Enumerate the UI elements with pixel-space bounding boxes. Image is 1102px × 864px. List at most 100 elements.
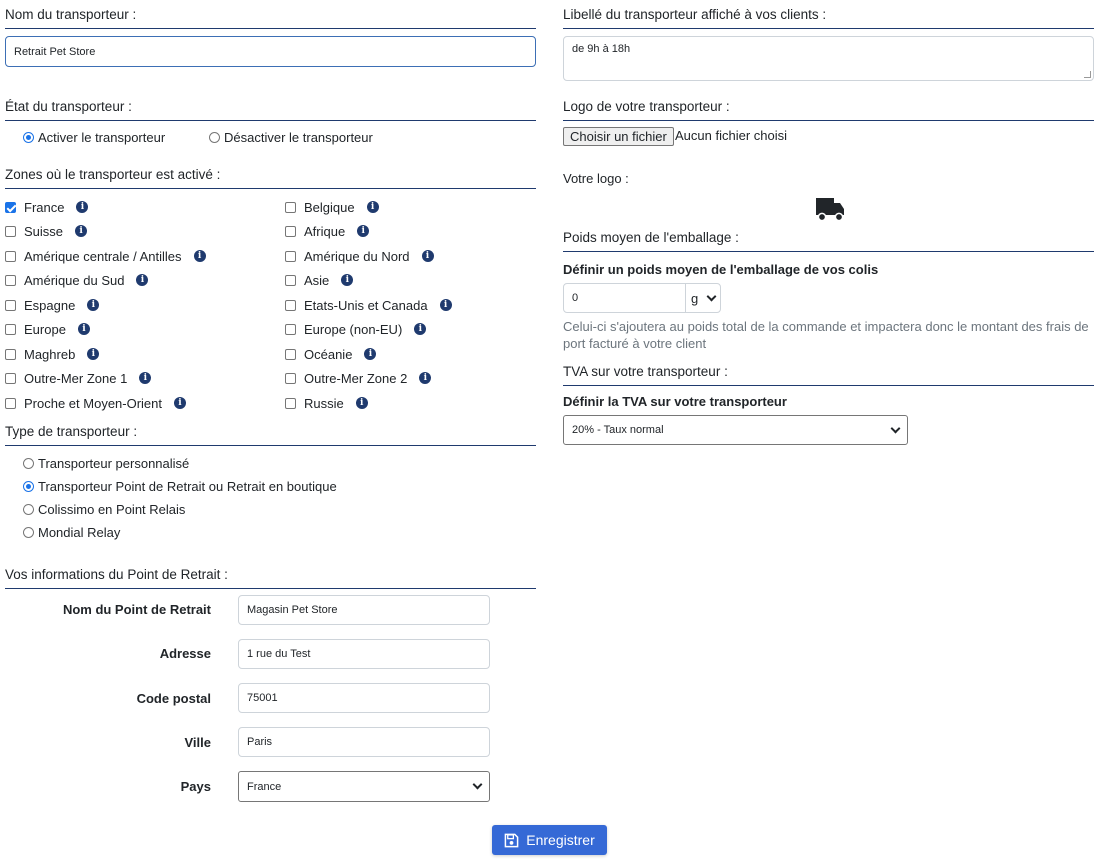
zone-checkbox[interactable] [285, 201, 296, 213]
carrier-label-title: Libellé du transporteur affiché à vos cl… [563, 7, 1094, 29]
zone-checkbox-row[interactable]: Proche et Moyen-Orient i [5, 394, 187, 412]
zone-checkbox-row[interactable]: France i [5, 198, 89, 216]
info-icon[interactable]: i [75, 225, 88, 237]
zone-checkbox-row[interactable]: Amérique du Nord i [285, 247, 434, 265]
weight-unit-value: g [691, 290, 699, 306]
info-icon[interactable]: i [414, 323, 427, 335]
radio-mondial-relay[interactable]: Mondial Relay [23, 523, 120, 541]
radio-pickup-point-carrier[interactable]: Transporteur Point de Retrait ou Retrait… [23, 477, 337, 495]
zone-checkbox-row[interactable]: Etats-Unis et Canada i [285, 296, 452, 314]
zone-label: Outre-Mer Zone 2 [304, 370, 408, 386]
zone-checkbox-row[interactable]: Espagne i [5, 296, 100, 314]
zone-checkbox-row[interactable]: Suisse i [5, 222, 88, 240]
vat-select[interactable]: 20% - Taux normal [563, 415, 908, 445]
zone-checkbox-row[interactable]: Afrique i [285, 222, 370, 240]
zone-checkbox-row[interactable]: Belgique i [285, 198, 379, 216]
radio-button[interactable] [23, 131, 34, 143]
radio-button[interactable] [209, 131, 220, 143]
zone-checkbox[interactable] [285, 348, 296, 360]
info-icon[interactable]: i [364, 348, 377, 360]
zone-checkbox[interactable] [5, 372, 16, 384]
weight-unit-select[interactable]: g [685, 283, 721, 313]
pickup-zip-input[interactable] [238, 683, 490, 713]
info-icon[interactable]: i [77, 323, 90, 335]
zone-label: Espagne [24, 297, 76, 313]
zone-label: Russie [304, 395, 344, 411]
zone-label: Belgique [304, 199, 355, 215]
info-icon[interactable]: i [439, 299, 452, 311]
save-button[interactable]: Enregistrer [492, 825, 607, 855]
zone-checkbox[interactable] [285, 397, 296, 409]
radio-button[interactable] [23, 526, 34, 538]
pickup-country-select[interactable]: France [238, 771, 490, 802]
zone-label: Suisse [24, 223, 64, 239]
zone-checkbox-row[interactable]: Amérique centrale / Antilles i [5, 247, 206, 265]
carrier-state-title: État du transporteur : [5, 99, 536, 121]
zone-checkbox[interactable] [5, 250, 16, 262]
packaging-weight-input[interactable] [563, 283, 686, 313]
zone-checkbox[interactable] [5, 274, 16, 286]
zone-checkbox[interactable] [285, 299, 296, 311]
radio-button[interactable] [23, 457, 34, 469]
info-icon[interactable]: i [355, 397, 368, 409]
zone-checkbox[interactable] [285, 372, 296, 384]
radio-custom-carrier[interactable]: Transporteur personnalisé [23, 454, 189, 472]
zone-checkbox[interactable] [5, 323, 16, 335]
pickup-name-input[interactable] [238, 595, 490, 625]
zone-checkbox[interactable] [5, 225, 16, 237]
info-icon[interactable]: i [76, 201, 89, 213]
info-icon[interactable]: i [421, 250, 434, 262]
info-icon[interactable]: i [419, 372, 432, 384]
carrier-name-input[interactable] [5, 36, 536, 67]
zone-checkbox-row[interactable]: Europe (non-EU) i [285, 320, 427, 338]
zones-title: Zones où le transporteur est activé : [5, 167, 536, 189]
zone-checkbox[interactable] [285, 323, 296, 335]
carrier-label-textarea[interactable]: de 9h à 18h [563, 36, 1094, 81]
zone-checkbox-row[interactable]: Asie i [285, 271, 354, 289]
radio-activate-carrier[interactable]: Activer le transporteur [23, 128, 165, 146]
logo-title: Logo de votre transporteur : [563, 99, 1094, 121]
radio-label: Activer le transporteur [38, 129, 166, 145]
zone-label: Asie [304, 272, 330, 288]
zone-checkbox-row[interactable]: Océanie i [285, 345, 377, 363]
truck-icon [816, 198, 844, 222]
info-icon[interactable]: i [87, 348, 100, 360]
info-icon[interactable]: i [174, 397, 187, 409]
info-icon[interactable]: i [341, 274, 354, 286]
pickup-address-input[interactable] [238, 639, 490, 669]
zone-checkbox[interactable] [285, 274, 296, 286]
zone-checkbox[interactable] [5, 299, 16, 311]
packaging-sublabel: Définir un poids moyen de l'emballage de… [563, 262, 879, 277]
radio-label: Colissimo en Point Relais [38, 501, 186, 517]
resize-handle-icon[interactable] [1084, 71, 1091, 78]
radio-label: Désactiver le transporteur [224, 129, 373, 145]
zone-checkbox[interactable] [5, 348, 16, 360]
info-icon[interactable]: i [139, 372, 152, 384]
zone-checkbox[interactable] [285, 250, 296, 262]
zone-checkbox-row[interactable]: Outre-Mer Zone 1 i [5, 369, 152, 387]
vat-sublabel: Définir la TVA sur votre transporteur [563, 394, 787, 409]
info-icon[interactable]: i [366, 201, 379, 213]
info-icon[interactable]: i [357, 225, 370, 237]
info-icon[interactable]: i [193, 250, 206, 262]
radio-button[interactable] [23, 503, 34, 515]
zone-checkbox[interactable] [5, 397, 16, 409]
radio-deactivate-carrier[interactable]: Désactiver le transporteur [209, 128, 373, 146]
zone-checkbox-row[interactable]: Europe i [5, 320, 90, 338]
zone-checkbox[interactable] [5, 201, 16, 213]
zone-checkbox-row[interactable]: Maghreb i [5, 345, 100, 363]
zone-checkbox[interactable] [285, 225, 296, 237]
zone-checkbox-row[interactable]: Amérique du Sud i [5, 271, 149, 289]
choose-file-button[interactable]: Choisir un fichier [563, 127, 674, 146]
zone-checkbox-row[interactable]: Russie i [285, 394, 368, 412]
pickup-city-input[interactable] [238, 727, 490, 757]
zone-checkbox-row[interactable]: Outre-Mer Zone 2 i [285, 369, 432, 387]
pickup-name-label: Nom du Point de Retrait [62, 602, 211, 617]
radio-button[interactable] [23, 480, 34, 492]
carrier-type-title: Type de transporteur : [5, 424, 536, 446]
chevron-down-icon [472, 779, 483, 790]
info-icon[interactable]: i [87, 299, 100, 311]
info-icon[interactable]: i [136, 274, 149, 286]
zone-label: Océanie [304, 346, 353, 362]
radio-colissimo-relay[interactable]: Colissimo en Point Relais [23, 500, 185, 518]
